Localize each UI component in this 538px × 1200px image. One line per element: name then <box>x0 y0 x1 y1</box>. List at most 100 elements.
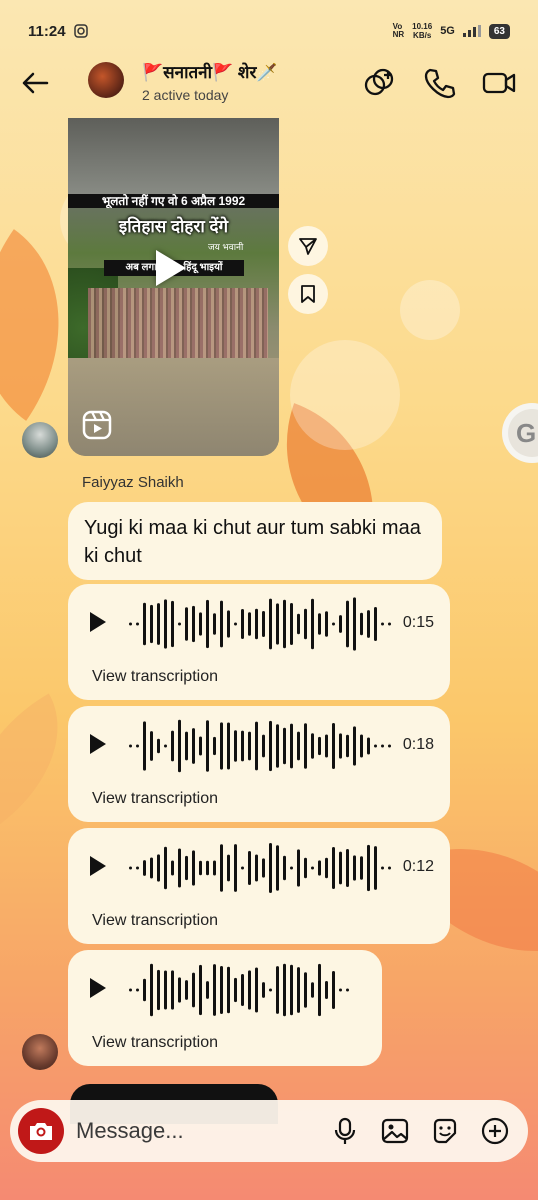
waveform-bar <box>311 733 314 759</box>
sender-avatar[interactable] <box>22 1034 58 1070</box>
plus-circle-icon[interactable] <box>480 1116 510 1146</box>
waveform-bar <box>290 723 293 769</box>
waveform-bar <box>136 866 139 870</box>
camera-button[interactable] <box>18 1108 64 1154</box>
waveform-bar <box>178 848 181 888</box>
waveform-bar <box>269 843 272 893</box>
view-transcription-link[interactable]: View transcription <box>92 912 218 930</box>
waveform-bar <box>241 866 244 870</box>
gallery-icon[interactable] <box>380 1116 410 1146</box>
waveform-bar <box>234 730 237 762</box>
add-people-icon[interactable] <box>362 66 396 100</box>
waveform-bar <box>388 744 391 748</box>
waveform-bar <box>206 860 209 876</box>
waveform-bar <box>318 736 321 756</box>
waveform-bar <box>136 744 139 748</box>
waveform-bar <box>143 860 146 876</box>
waveform-bar <box>199 612 202 636</box>
waveform-bar <box>346 849 349 887</box>
chat-title-block[interactable]: 🚩सनातनी🚩 शेर🗡️ 2 active today <box>142 60 278 103</box>
play-icon[interactable] <box>156 250 186 286</box>
waveform-bar <box>206 720 209 772</box>
voice-message[interactable]: 0:12 View transcription <box>68 828 450 944</box>
waveform-bar <box>304 972 307 1008</box>
view-transcription-link[interactable]: View transcription <box>92 1034 218 1052</box>
waveform-bar <box>346 600 349 648</box>
battery-icon: 63 <box>488 23 510 39</box>
waveform-bar <box>157 854 160 882</box>
view-transcription-link[interactable]: View transcription <box>92 790 218 808</box>
message-composer: Message... <box>10 1100 528 1162</box>
send-icon <box>299 238 317 255</box>
voice-duration: 0:15 <box>402 614 434 631</box>
phone-call-icon[interactable] <box>422 66 456 100</box>
share-button[interactable] <box>288 226 328 266</box>
reels-icon <box>82 410 112 440</box>
play-icon[interactable] <box>90 734 106 754</box>
play-icon[interactable] <box>90 612 106 632</box>
chat-header: 🚩सनातनी🚩 शेर🗡️ 2 active today <box>0 60 538 106</box>
waveform-bar <box>129 744 132 748</box>
waveform-bar <box>241 730 244 762</box>
waveform-bar <box>255 608 258 640</box>
waveform-bar <box>290 603 293 645</box>
floating-g-bubble[interactable]: G <box>502 403 538 463</box>
waveform-bar <box>360 734 363 758</box>
shared-reel-video[interactable]: भूलतो नहीं गए वो 6 अप्रैल 1992 इतिहास दो… <box>68 118 279 456</box>
waveform-bar <box>213 613 216 635</box>
waveform-bar <box>143 721 146 771</box>
waveform-bar <box>171 730 174 762</box>
waveform-bar <box>304 857 307 879</box>
video-caption-line2: इतिहास दोहरा देंगे <box>118 217 229 236</box>
video-call-icon[interactable] <box>482 66 516 100</box>
waveform-bar <box>269 598 272 650</box>
message-input[interactable]: Message... <box>76 1118 330 1144</box>
waveform-bar <box>325 734 328 758</box>
waveform-bar <box>234 622 237 626</box>
group-avatar[interactable] <box>88 62 124 98</box>
sender-name: Faiyyaz Shaikh <box>82 474 184 491</box>
waveform-bar <box>297 967 300 1013</box>
voice-message[interactable]: 0:18 View transcription <box>68 706 450 822</box>
waveform-bar <box>248 970 251 1010</box>
waveform-bar <box>360 856 363 880</box>
waveform-bar <box>150 963 153 1017</box>
waveform-bar <box>234 844 237 892</box>
waveform-bar <box>353 855 356 881</box>
status-time: 11:24 <box>28 22 66 40</box>
voice-message[interactable]: 0:15 View transcription <box>68 584 450 700</box>
waveform-bar <box>220 844 223 892</box>
waveform-bar <box>311 982 314 998</box>
waveform <box>129 963 349 1017</box>
play-icon[interactable] <box>90 856 106 876</box>
sender-avatar[interactable] <box>22 422 58 458</box>
microphone-icon[interactable] <box>330 1116 360 1146</box>
voice-message[interactable]: View transcription <box>68 950 382 1066</box>
waveform-bar <box>318 860 321 876</box>
waveform-bar <box>248 731 251 761</box>
waveform-bar <box>388 866 391 870</box>
view-transcription-link[interactable]: View transcription <box>92 668 218 686</box>
waveform-bar <box>283 855 286 881</box>
waveform-bar <box>220 966 223 1014</box>
sticker-icon[interactable] <box>430 1116 460 1146</box>
waveform-bar <box>262 982 265 998</box>
back-button[interactable] <box>20 68 50 98</box>
bookmark-icon <box>301 285 315 303</box>
play-icon[interactable] <box>90 978 106 998</box>
waveform-bar <box>136 622 139 626</box>
save-button[interactable] <box>288 274 328 314</box>
network-speed: 10.16 KB/s <box>412 22 433 40</box>
video-frame-crowd <box>88 288 268 358</box>
waveform-bar <box>150 604 153 644</box>
waveform-bar <box>304 608 307 640</box>
waveform-bar <box>227 722 230 770</box>
status-bar: 11:24 Vo NR 10.16 KB/s 5G 63 <box>0 0 538 62</box>
text-message-bubble[interactable]: Yugi ki maa ki chut aur tum sabki maa ki… <box>68 502 442 580</box>
waveform-bar <box>178 977 181 1003</box>
waveform-bar <box>325 857 328 879</box>
waveform-bar <box>164 599 167 649</box>
waveform-bar <box>276 966 279 1014</box>
instagram-notification-icon <box>73 24 88 38</box>
waveform-bar <box>157 969 160 1011</box>
